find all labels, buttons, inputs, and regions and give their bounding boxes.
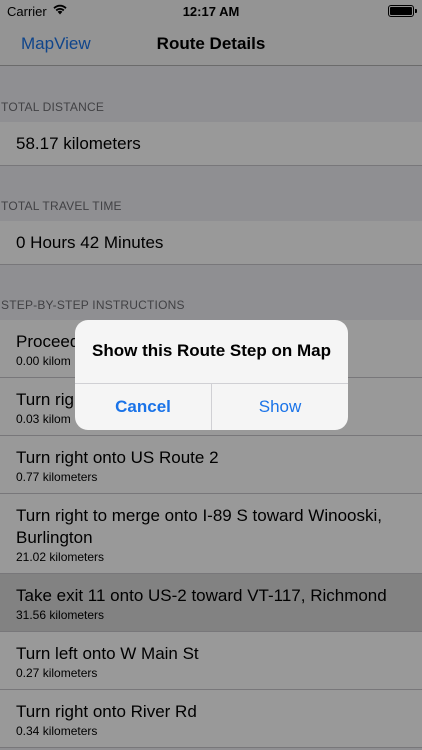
alert-buttons: Cancel Show [75, 384, 348, 430]
alert-message: Show this Route Step on Map [75, 320, 348, 384]
show-button[interactable]: Show [212, 384, 348, 430]
alert-dialog: Show this Route Step on Map Cancel Show [75, 320, 348, 430]
cancel-button[interactable]: Cancel [75, 384, 212, 430]
